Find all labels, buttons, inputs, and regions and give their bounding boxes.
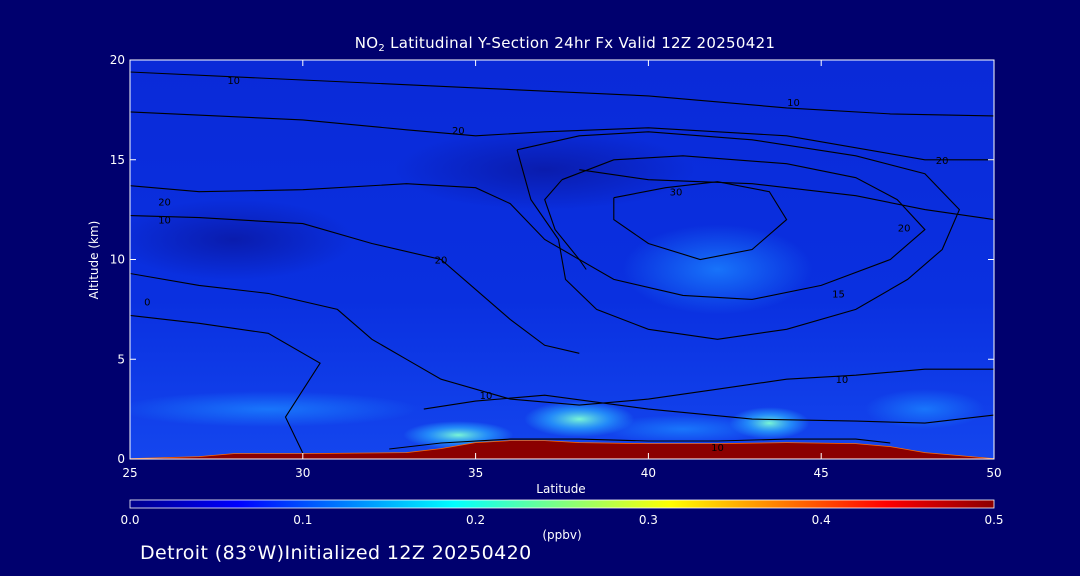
field-patch	[622, 224, 813, 315]
colorbar-tick-label: 0.1	[293, 513, 312, 527]
field-patch	[130, 199, 354, 280]
contour-label: 10	[158, 216, 171, 227]
x-tick-label: 30	[295, 466, 310, 480]
x-tick-label: 40	[641, 466, 656, 480]
contour-label: 20	[435, 256, 448, 267]
contour-label: 10	[480, 391, 493, 402]
contour-label: 10	[787, 98, 800, 109]
x-tick-label: 50	[986, 466, 1001, 480]
contour-label: 10	[227, 76, 240, 87]
contour-label: 0	[144, 297, 150, 308]
y-tick-label: 5	[117, 352, 125, 366]
y-axis-label: Altitude (km)	[87, 220, 101, 300]
colorbar-tick-label: 0.3	[639, 513, 658, 527]
x-tick-label: 35	[468, 466, 483, 480]
x-tick-label: 45	[814, 466, 829, 480]
contour-label: 15	[832, 289, 845, 300]
colorbar-tick-label: 0.4	[812, 513, 831, 527]
field-patch	[130, 391, 419, 428]
contour-label: 10	[711, 443, 724, 454]
colorbar-tick-label: 0.0	[120, 513, 139, 527]
field-patch	[602, 415, 763, 444]
footer-caption: Detroit (83°W)Initialized 12Z 20250420	[140, 542, 532, 564]
colorbar-bar	[129, 499, 995, 509]
colorbar-tick-label: 0.5	[984, 513, 1003, 527]
contour-label: 20	[898, 224, 911, 235]
colorbar-unit: (ppbv)	[542, 528, 582, 542]
x-axis-label: Latitude	[536, 482, 586, 496]
x-tick-label: 25	[122, 466, 137, 480]
contour-label: 10	[836, 375, 849, 386]
y-tick-label: 20	[110, 53, 125, 67]
contour-label: 30	[670, 188, 683, 199]
y-tick-label: 15	[110, 153, 125, 167]
plot-area: 10 10 20 20 20 10 30 20 20 15 0 10 10 10	[130, 60, 994, 459]
y-tick-label: 10	[110, 253, 125, 267]
colorbar-tick-label: 0.2	[466, 513, 485, 527]
y-tick-label: 0	[117, 452, 125, 466]
field-patch	[394, 129, 695, 210]
contour-label: 20	[158, 198, 171, 209]
contour-label: 20	[936, 156, 949, 167]
contour-label: 20	[452, 126, 465, 137]
colorbar: 0.0 0.1 0.2 0.3 0.4 0.5	[120, 499, 1004, 527]
